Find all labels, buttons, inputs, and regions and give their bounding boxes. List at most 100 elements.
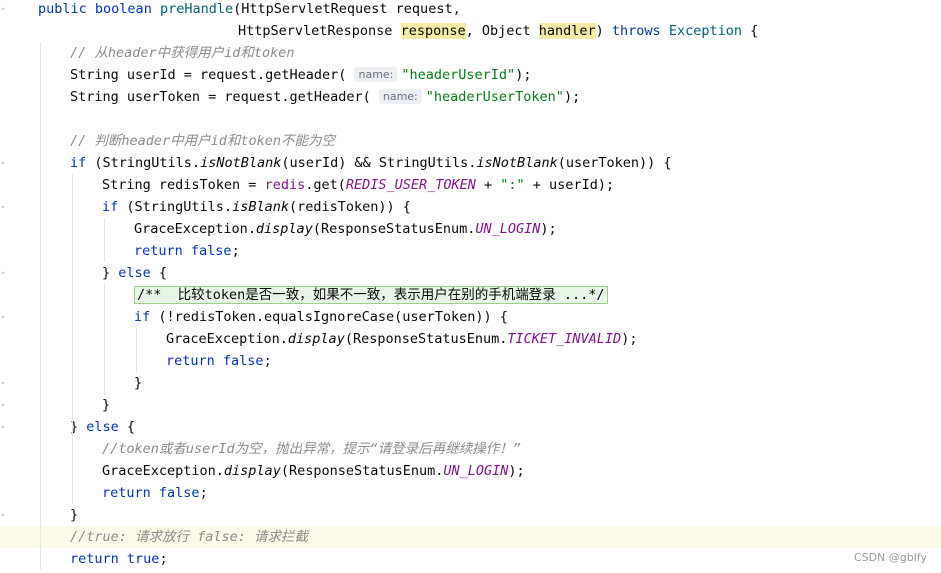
code-token: display (287, 331, 345, 347)
code-line[interactable]: if (StringUtils.isNotBlank(userId) && St… (0, 152, 941, 174)
code-token: (userToken)) { (557, 155, 672, 171)
code-token: ; (263, 353, 272, 369)
code-line[interactable]: /** 比较token是否一致，如果不一致，表示用户在别的手机端登录 ...*/ (0, 284, 941, 306)
code-token: (ResponseStatusEnum. (344, 331, 508, 347)
parameter-hint: name: (354, 67, 398, 82)
code-token: (redisToken)) { (288, 199, 411, 215)
fold-marker-icon[interactable]: ▸ (1, 5, 7, 13)
fold-marker-icon[interactable]: ▸ (1, 379, 7, 387)
code-token: ); (515, 67, 532, 83)
code-token: String userId = request.getHeader( (70, 67, 355, 83)
code-token: } (102, 265, 119, 281)
code-line[interactable]: if (!redisToken.equalsIgnoreCase(userTok… (0, 306, 941, 328)
code-token: String userToken = request.getHeader( (70, 89, 379, 105)
code-token: response (400, 23, 466, 39)
folded-comment[interactable]: /** 比较token是否一致，如果不一致，表示用户在别的手机端登录 ...*/ (134, 286, 608, 304)
code-line[interactable] (0, 108, 941, 130)
code-token: preHandle (159, 1, 234, 17)
code-token: ; (231, 243, 240, 259)
code-token: ); (621, 331, 638, 347)
code-token: String redisToken = (102, 177, 265, 193)
fold-marker-icon[interactable]: ▸ (1, 313, 7, 321)
code-line[interactable]: //true: 请求放行 false: 请求拦截 (0, 526, 941, 548)
code-token: redis (264, 177, 306, 193)
code-line[interactable]: } else { (0, 262, 941, 284)
code-token: (userId) && StringUtils. (281, 155, 477, 171)
code-token: } (70, 507, 79, 523)
code-token: true (126, 551, 160, 567)
code-token: isNotBlank (200, 155, 282, 171)
code-token: , Object (465, 23, 539, 39)
indent-guide (40, 42, 41, 570)
code-token: (StringUtils. (86, 155, 201, 171)
code-token: return (134, 243, 183, 259)
code-token: return (166, 353, 215, 369)
code-line[interactable]: GraceException.display(ResponseStatusEnu… (0, 460, 941, 482)
code-token: display (255, 221, 313, 237)
code-token: GraceException. (102, 463, 224, 479)
indent-guide (136, 328, 137, 372)
code-token: boolean (94, 1, 152, 17)
code-token: public (38, 1, 87, 17)
code-token: + userId); (524, 177, 615, 193)
code-line[interactable]: return false; (0, 240, 941, 262)
indent-guide (72, 438, 73, 504)
code-token: if (102, 199, 119, 215)
code-token: { (742, 23, 759, 39)
code-token: { (150, 265, 168, 281)
code-token: else (86, 419, 119, 435)
code-line[interactable]: String userId = request.getHeader( name:… (0, 64, 941, 86)
code-token: (StringUtils. (118, 199, 233, 215)
code-token: ; (199, 485, 208, 501)
code-line[interactable]: //token或者userId为空，抛出异常，提示“请登录后再继续操作！” (0, 438, 941, 460)
code-token: GraceException. (134, 221, 256, 237)
fold-marker-icon[interactable]: ▸ (1, 401, 7, 409)
code-line[interactable]: public boolean preHandle(HttpServletRequ… (0, 0, 941, 20)
code-token: ); (563, 89, 581, 105)
code-line[interactable]: // 从header中获得用户id和token (0, 42, 941, 64)
code-token: (HttpServletRequest request, (233, 1, 461, 17)
code-token: TICKET_INVALID (507, 331, 622, 347)
code-token: "headerUserToken" (425, 89, 564, 105)
code-token: display (223, 463, 281, 479)
fold-marker-icon[interactable]: ▸ (1, 203, 7, 211)
code-token: .get( (305, 177, 346, 193)
code-token: false (158, 485, 200, 501)
code-token: (ResponseStatusEnum. (280, 463, 444, 479)
fold-marker-icon[interactable]: ▸ (1, 159, 7, 167)
code-line[interactable]: } (0, 504, 941, 526)
code-token: return (102, 485, 151, 501)
code-token: false (222, 353, 264, 369)
code-line[interactable]: GraceException.display(ResponseStatusEnu… (0, 218, 941, 240)
indent-guide (104, 284, 105, 394)
code-token: Exception (668, 23, 742, 39)
code-token: (!redisToken.equalsIgnoreCase(userToken)… (150, 309, 508, 325)
code-line[interactable]: // 判断header中用户id和token不能为空 (0, 130, 941, 152)
code-line[interactable]: return false; (0, 350, 941, 372)
code-line[interactable]: String userToken = request.getHeader( na… (0, 86, 941, 108)
fold-marker-icon[interactable]: ▸ (1, 269, 7, 277)
fold-marker-icon[interactable]: ▸ (1, 511, 7, 519)
code-line[interactable]: if (StringUtils.isBlank(redisToken)) { (0, 196, 941, 218)
code-token: UN_LOGIN (475, 221, 541, 237)
code-token: throws (611, 23, 661, 39)
fold-marker-icon[interactable]: ▸ (1, 423, 7, 431)
code-line[interactable]: } else { (0, 416, 941, 438)
code-line[interactable]: GraceException.display(ResponseStatusEnu… (0, 328, 941, 350)
code-token: // 判断header中用户id和token不能为空 (70, 133, 336, 149)
code-token: return (70, 551, 119, 567)
code-line[interactable]: return true; (0, 548, 941, 570)
code-line[interactable]: } (0, 394, 941, 416)
code-line[interactable]: HttpServletResponse response, Object han… (0, 20, 941, 42)
code-line[interactable]: String redisToken = redis.get(REDIS_USER… (0, 174, 941, 196)
code-line[interactable]: return false; (0, 482, 941, 504)
code-token: false (190, 243, 232, 259)
code-token: else (118, 265, 151, 281)
code-token: REDIS_USER_TOKEN (345, 177, 476, 193)
watermark: CSDN @gblfy (853, 551, 927, 564)
code-line[interactable]: } (0, 372, 941, 394)
